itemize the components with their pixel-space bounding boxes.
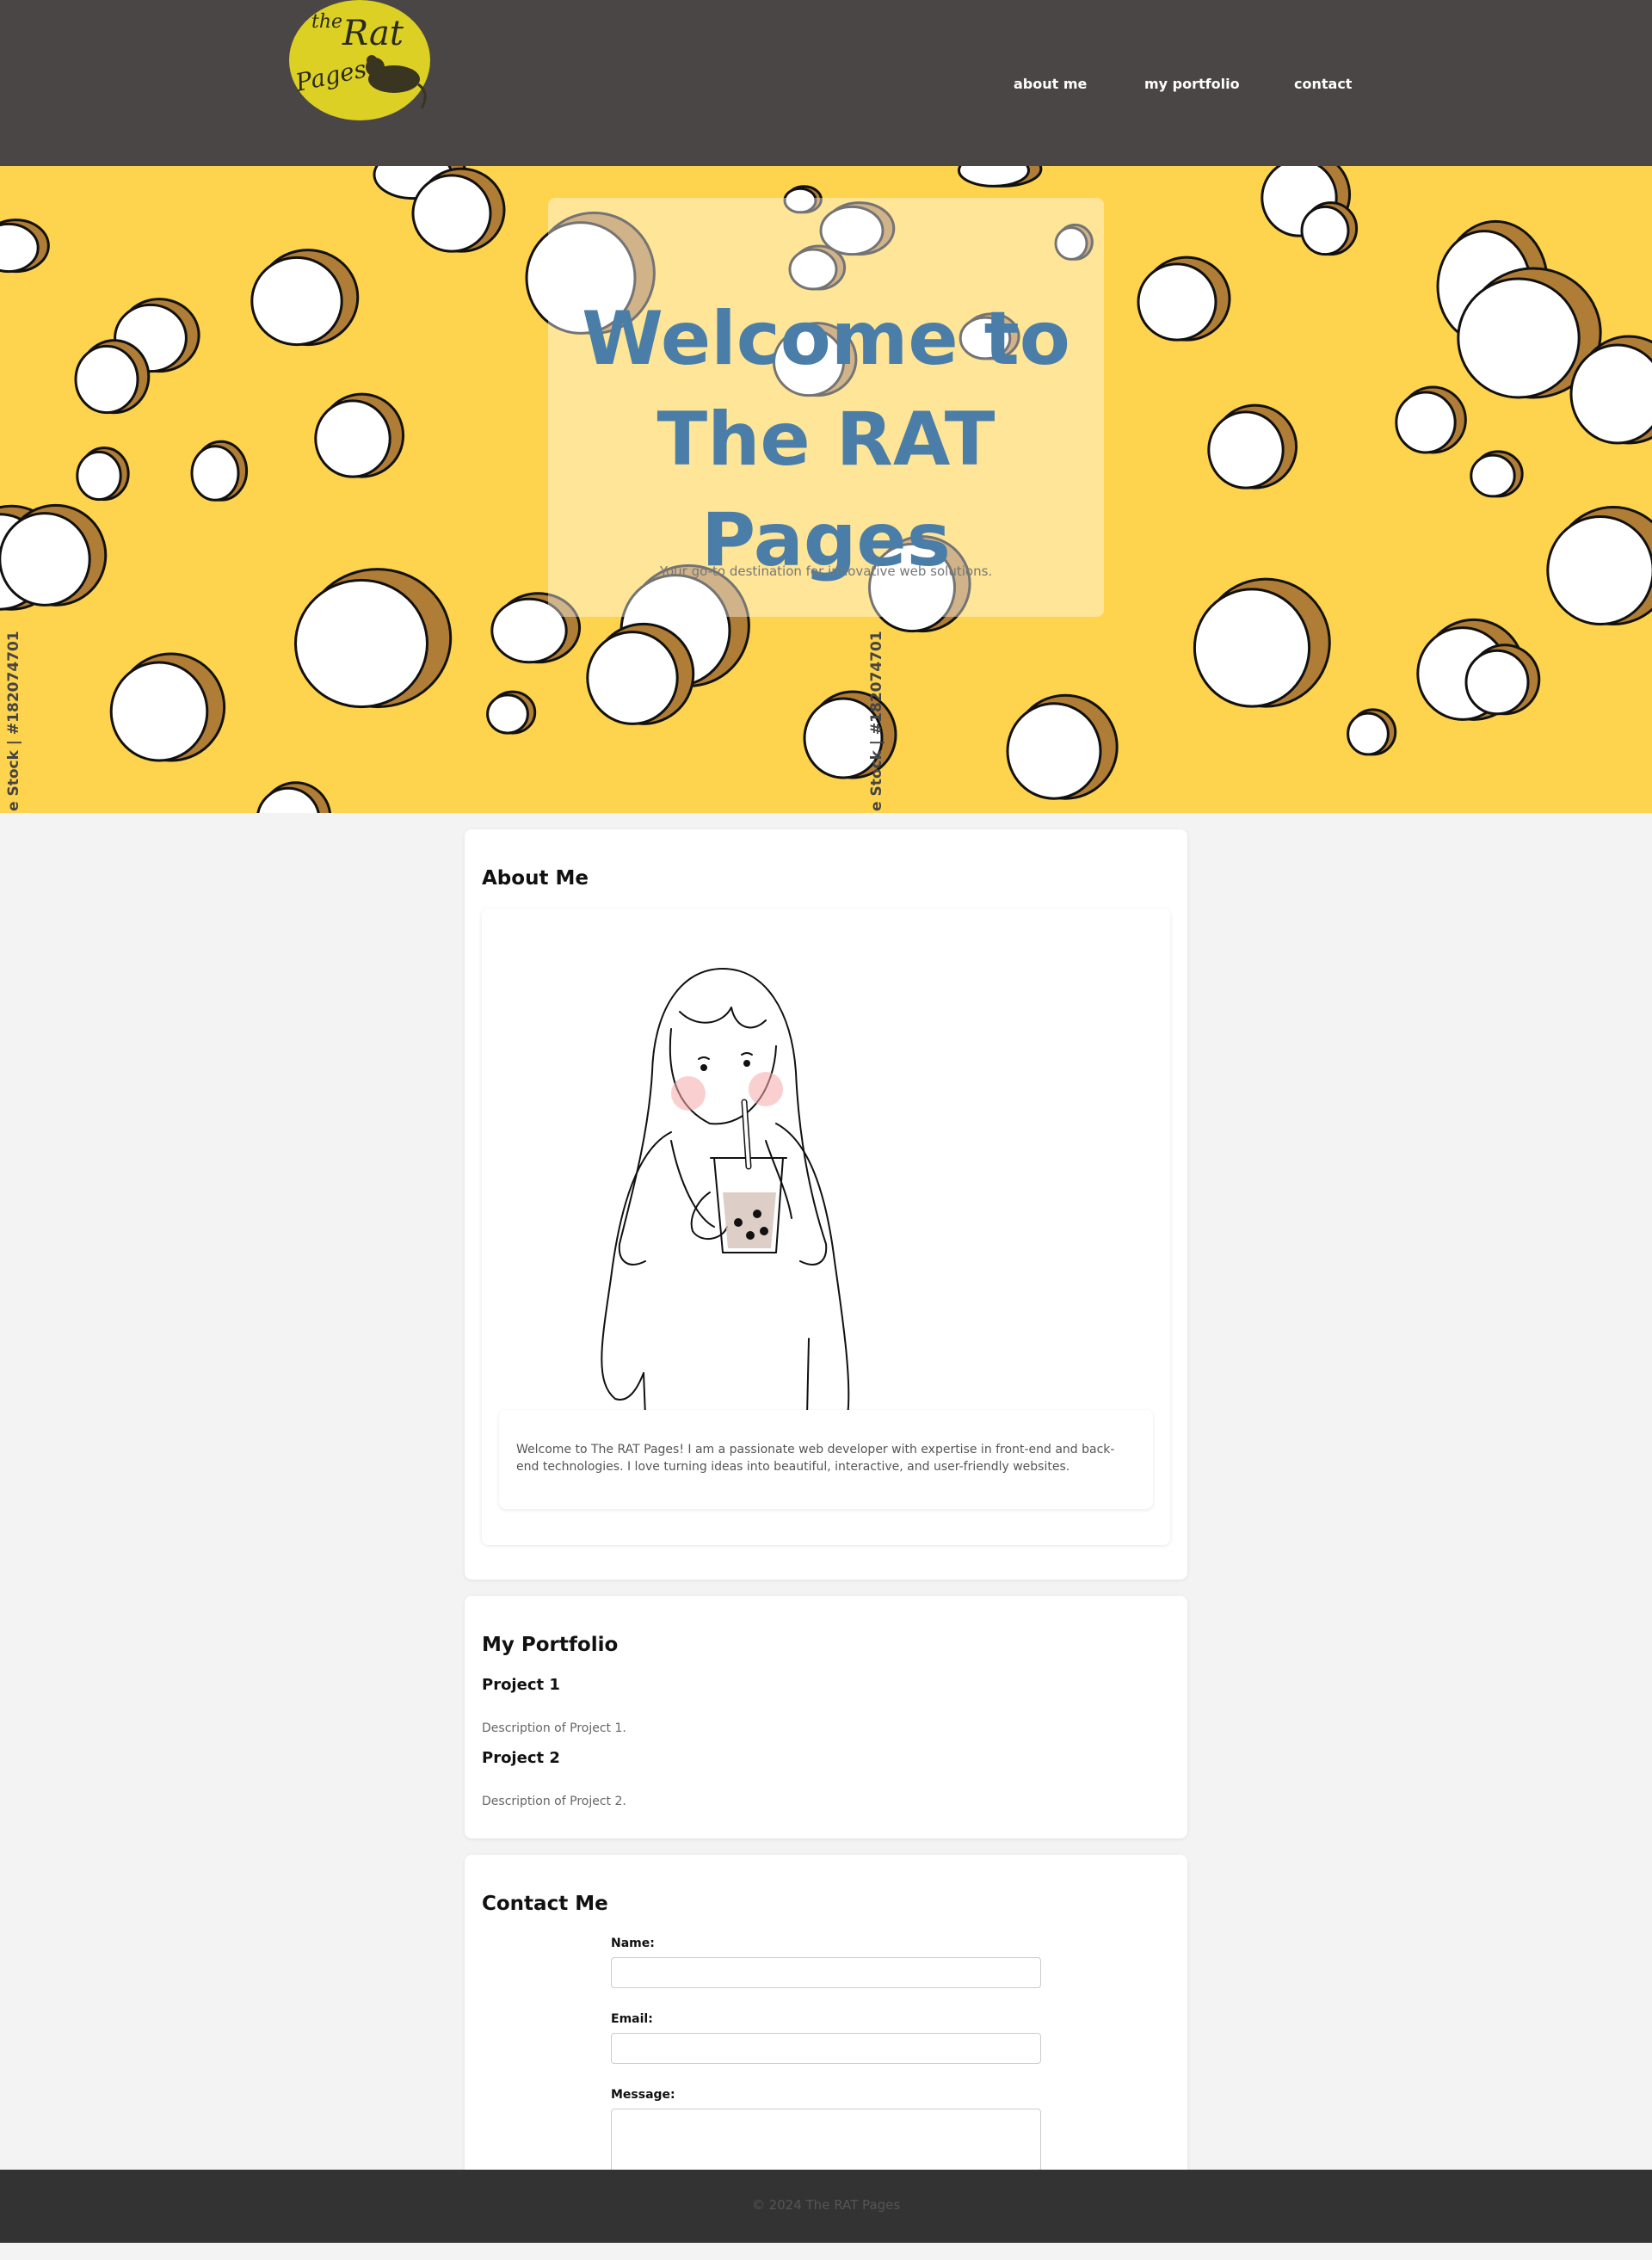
logo[interactable]: the Rat Pages <box>289 0 430 120</box>
email-input[interactable] <box>611 2033 1041 2064</box>
hero-title-line1: Welcome to <box>582 296 1070 382</box>
cheese-hole-shape <box>486 690 537 735</box>
project-description: Description of Project 2. <box>482 1795 626 1808</box>
cheese-hole-shape <box>314 392 405 478</box>
girl-bubble-tea-icon <box>601 968 850 1416</box>
contact-section: Contact Me Name: Email: Message: <box>465 1855 1187 2182</box>
cheese-hole-shape <box>0 219 50 274</box>
hero-title-line2: The RAT Pages <box>656 397 996 583</box>
about-text: Welcome to The RAT Pages! I am a passion… <box>516 1443 1115 1474</box>
nav-contact[interactable]: contact <box>1294 74 1352 95</box>
cheese-hole-shape <box>250 249 360 347</box>
nav-about-me[interactable]: about me <box>1014 74 1087 95</box>
stock-watermark: e Stock | #182074701 <box>868 631 885 811</box>
cheese-hole-shape <box>256 781 332 813</box>
cheese-hole-shape <box>586 622 695 725</box>
project-title: Project 1 <box>482 1676 560 1694</box>
name-input[interactable] <box>611 1957 1041 1988</box>
main-nav: about me my portfolio contact <box>0 74 1652 95</box>
site-footer: © 2024 The RAT Pages <box>0 2170 1652 2243</box>
hero-title: Welcome to The RAT Pages <box>548 289 1104 591</box>
cheese-hole-shape <box>1137 256 1231 342</box>
nav-my-portfolio[interactable]: my portfolio <box>1144 74 1240 95</box>
rat-logo-icon: the Rat Pages <box>289 0 430 120</box>
project-description: Description of Project 1. <box>482 1721 626 1735</box>
message-label: Message: <box>611 2088 675 2102</box>
hero-subtitle: Your go-to destination for innovative we… <box>659 563 993 579</box>
cheese-hole-shape <box>1395 385 1467 454</box>
cheese-hole-shape <box>1470 450 1524 498</box>
cheese-hole-shape <box>74 339 151 415</box>
stock-watermark: e Stock | #182074701 <box>5 631 22 811</box>
message-textarea[interactable] <box>611 2109 1041 2177</box>
cheese-hole-shape <box>294 568 453 709</box>
cheese-hole-shape <box>1546 506 1652 626</box>
footer-copyright: © 2024 The RAT Pages <box>751 2197 901 2213</box>
about-section: About Me Welcome to The RAT Pages! I am … <box>465 829 1187 1580</box>
cheese-hole-shape <box>190 440 249 502</box>
project-title: Project 2 <box>482 1749 560 1767</box>
about-text-box: Welcome to The RAT Pages! I am a passion… <box>499 1410 1153 1509</box>
site-header: the Rat Pages about me my portfolio cont… <box>0 0 1652 166</box>
hero-section: Welcome to The RAT Pages Your go-to dest… <box>0 166 1652 813</box>
name-label: Name: <box>611 1937 655 1950</box>
cheese-hole-shape <box>109 652 226 762</box>
cheese-hole-shape <box>1207 403 1298 490</box>
cheese-hole-shape <box>76 446 130 502</box>
cheese-hole-shape <box>958 166 1043 188</box>
about-heading: About Me <box>482 867 589 890</box>
portfolio-section: My Portfolio Project 1 Description of Pr… <box>465 1596 1187 1838</box>
svg-text:the: the <box>311 11 342 33</box>
cheese-hole-shape <box>1193 577 1331 708</box>
svg-text:Rat: Rat <box>342 14 404 53</box>
hero-card: Welcome to The RAT Pages Your go-to dest… <box>548 198 1104 617</box>
contact-heading: Contact Me <box>482 1893 608 1915</box>
email-label: Email: <box>611 2012 653 2026</box>
about-content-box: Welcome to The RAT Pages! I am a passion… <box>482 908 1170 1545</box>
cheese-hole-shape <box>1347 708 1397 756</box>
portfolio-heading: My Portfolio <box>482 1634 619 1656</box>
cheese-hole-shape <box>1006 693 1119 800</box>
